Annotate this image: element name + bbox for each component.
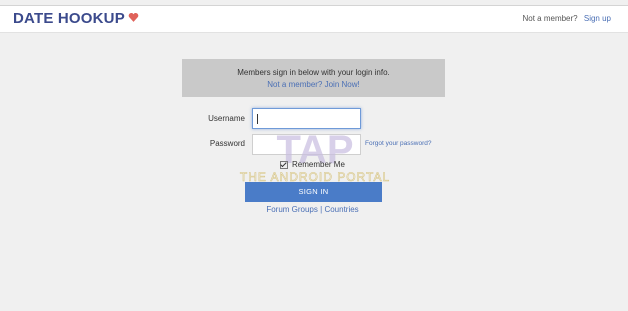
heart-icon xyxy=(128,12,139,22)
top-nav: Not a member? Sign up xyxy=(522,14,611,23)
notice-message: Members sign in below with your login in… xyxy=(237,68,390,77)
top-bar: DATE HOOKUP Not a member? Sign up xyxy=(0,5,628,33)
password-label: Password xyxy=(209,139,245,148)
remember-checkbox[interactable] xyxy=(280,160,288,169)
username-input[interactable] xyxy=(252,108,361,129)
signin-notice: Members sign in below with your login in… xyxy=(182,59,445,97)
signup-link[interactable]: Sign up xyxy=(584,14,611,23)
site-logo[interactable]: DATE HOOKUP xyxy=(13,10,139,27)
forgot-password-link[interactable]: Forgot your password? xyxy=(365,140,431,147)
password-input[interactable] xyxy=(252,134,361,155)
remember-label: Remember Me xyxy=(292,160,345,169)
countries-link[interactable]: Countries xyxy=(324,205,358,214)
username-label: Username xyxy=(208,114,245,123)
not-member-text: Not a member? xyxy=(522,14,578,23)
join-now-link[interactable]: Not a member? Join Now! xyxy=(267,80,359,89)
footer-links: Forum Groups | Countries xyxy=(250,205,375,214)
text-caret xyxy=(257,114,258,124)
link-separator: | xyxy=(320,205,323,214)
remember-me[interactable]: Remember Me xyxy=(280,160,345,169)
signin-button[interactable]: SIGN IN xyxy=(245,182,382,202)
forum-groups-link[interactable]: Forum Groups xyxy=(266,205,318,214)
logo-text: DATE HOOKUP xyxy=(13,10,125,27)
